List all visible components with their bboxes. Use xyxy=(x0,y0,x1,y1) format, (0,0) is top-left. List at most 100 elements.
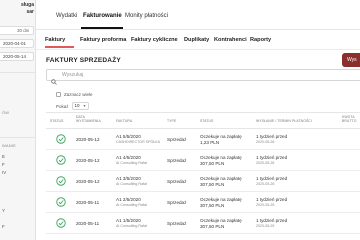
brand-line-2: sar xyxy=(26,9,34,15)
payment-status: Oczekuje na zapłatę xyxy=(200,134,242,139)
column-header-due-date[interactable]: WYSŁANIE / TERMIN PŁATNOŚCI xyxy=(256,119,312,123)
tab-fakturowanie[interactable]: Fakturowanie xyxy=(83,13,122,19)
subtab-duplikaty[interactable]: Duplikaty xyxy=(184,37,209,43)
page-title: FAKTURY SPRZEDAŻY xyxy=(46,57,121,64)
column-header-date-line2: WYSTAWIENIA xyxy=(76,119,101,124)
page-size-label: Pokaż xyxy=(56,103,69,109)
sidebar-item[interactable]: Y xyxy=(2,208,5,213)
check-circle-icon xyxy=(56,176,66,186)
column-header-gross-line2: BRUTTO xyxy=(342,119,357,124)
invoice-date: 2020-05-12 xyxy=(76,179,100,184)
brand-line-1: sługa xyxy=(20,2,34,8)
column-header-status[interactable]: STATUS xyxy=(50,119,63,123)
column-header-payment-status[interactable]: STATUS xyxy=(200,119,213,123)
subtab-faktury-cykliczne[interactable]: Faktury cykliczne xyxy=(131,37,178,43)
table-row[interactable]: 2020-05-12 A1 3/5/2020 AI Consulting Rafał… xyxy=(46,171,360,192)
column-header-gross[interactable]: KWOTA BRUTTO xyxy=(342,115,356,123)
tab-monity-platnosci[interactable]: Monity płatności xyxy=(125,13,168,19)
column-header-date[interactable]: DATA WYSTAWIENIA xyxy=(76,115,101,123)
search-icon xyxy=(51,72,57,90)
table-row[interactable]: 2020-05-11 A1 2/5/2020 AI Consulting Rafał… xyxy=(46,192,360,213)
invoice-client: CASHDIRECTOR SPÓŁKA xyxy=(116,140,161,144)
select-many-label: Zaznacz wiele xyxy=(64,92,93,97)
date-from-value: 2020-04-01 xyxy=(3,41,27,46)
due-date: 2020-05-25 xyxy=(256,203,275,207)
invoice-amount: 1,23 PLN xyxy=(200,140,220,145)
sent-info: 1 tydzień przed xyxy=(256,155,288,160)
column-header-invoice[interactable]: FAKTURA xyxy=(116,119,132,123)
table-row[interactable]: 2020-05-12 A1 4/5/2020 AI Consulting Rafał… xyxy=(46,150,360,171)
select-many-checkbox[interactable] xyxy=(56,92,61,97)
period-field[interactable]: 30 dni xyxy=(0,26,34,35)
sidebar-section-label: WANIE xyxy=(2,143,16,148)
invoice-type: Sprzedaż xyxy=(167,221,187,226)
payment-status: Oczekuje na zapłatę xyxy=(200,176,242,181)
invoice-amount: 307,50 PLN xyxy=(200,203,225,208)
subtab-faktury[interactable]: Faktury xyxy=(45,37,65,43)
payment-status: Oczekuje na zapłatę xyxy=(200,218,242,223)
subtab-faktury-proforma[interactable]: Faktury proforma xyxy=(80,37,126,43)
due-date: 2020-05-26 xyxy=(256,140,275,144)
due-date: 2020-05-25 xyxy=(256,224,275,228)
check-circle-icon xyxy=(56,197,66,207)
subtab-kontrahenci[interactable]: Kontrahenci xyxy=(214,37,247,43)
payment-status: Oczekuje na zapłatę xyxy=(200,155,242,160)
sent-info: 1 tydzień przed xyxy=(256,197,288,202)
payment-status: Oczekuje na zapłatę xyxy=(200,197,242,202)
brand-name: sługa sar xyxy=(0,2,35,16)
sub-navigation: Faktury Faktury proforma Faktury cyklicz… xyxy=(36,30,360,50)
sidebar-divider xyxy=(0,72,35,73)
sidebar-item[interactable]: E xyxy=(2,154,5,159)
table-row[interactable]: 2020-05-12 A1 5/5/2020 CASHDIRECTOR SPÓŁKA… xyxy=(46,129,360,150)
add-invoice-button[interactable]: Wys xyxy=(342,53,360,67)
check-circle-icon xyxy=(56,218,66,228)
date-to-value: 2020-05-14 xyxy=(3,54,27,59)
invoice-type: Sprzedaż xyxy=(167,200,187,205)
due-date: 2020-05-26 xyxy=(256,182,275,186)
invoice-number[interactable]: A1 1/5/2020 xyxy=(116,218,141,223)
page-size-control: Pokaż 10 ▾ xyxy=(56,102,89,110)
period-days-label: 30 dni xyxy=(17,28,30,33)
invoice-date: 2020-05-12 xyxy=(76,137,100,142)
invoice-client: AI Consulting Rafał xyxy=(116,182,147,186)
sidebar-item[interactable]: IV xyxy=(2,170,6,175)
sidebar-item[interactable]: F xyxy=(2,224,5,229)
due-date: 2020-05-26 xyxy=(256,161,275,165)
search-input[interactable] xyxy=(62,71,262,79)
invoice-client: AI Consulting Rafał xyxy=(116,161,147,165)
check-circle-icon xyxy=(56,134,66,144)
search-box xyxy=(46,69,360,85)
invoice-number[interactable]: A1 2/5/2020 xyxy=(116,197,141,202)
select-many-toggle[interactable]: Zaznacz wiele xyxy=(56,92,93,97)
sidebar-divider xyxy=(0,137,35,138)
invoice-number[interactable]: A1 4/5/2020 xyxy=(116,155,141,160)
invoice-client: AI Consulting Rafał xyxy=(116,203,147,207)
chevron-down-icon: ▾ xyxy=(83,103,86,108)
invoice-type: Sprzedaż xyxy=(167,158,187,163)
sent-info: 1 tydzień przed xyxy=(256,176,288,181)
invoice-amount: 307,50 PLN xyxy=(200,161,225,166)
invoice-type: Sprzedaż xyxy=(167,137,187,142)
tab-wydatki[interactable]: Wydatki xyxy=(56,13,77,19)
invoice-amount: 307,50 PLN xyxy=(200,224,225,229)
date-from-field[interactable]: 2020-04-01 xyxy=(0,39,34,48)
sidebar-section-label: ÓW xyxy=(2,110,10,115)
table-header: STATUS DATA WYSTAWIENIA FAKTURA TYPE STA… xyxy=(46,112,360,129)
page-size-select[interactable]: 10 ▾ xyxy=(71,102,89,110)
invoice-client: AI Consulting Rafał xyxy=(116,224,147,228)
sidebar: sługa sar 30 dni 2020-04-01 2020-05-14 Ó… xyxy=(0,0,36,240)
page-size-value: 10 xyxy=(74,103,80,108)
invoice-number[interactable]: A1 5/5/2020 xyxy=(116,134,141,139)
top-navigation: Wydatki Fakturowanie Monity płatności xyxy=(36,0,360,30)
subtab-raporty[interactable]: Raporty xyxy=(250,37,271,43)
invoice-number[interactable]: A1 3/5/2020 xyxy=(116,176,141,181)
invoice-date: 2020-05-11 xyxy=(76,200,100,205)
column-header-type[interactable]: TYPE xyxy=(167,119,176,123)
date-to-field[interactable]: 2020-05-14 xyxy=(0,52,34,61)
check-circle-icon xyxy=(56,155,66,165)
active-subtab-indicator xyxy=(45,46,74,48)
sidebar-item[interactable]: F xyxy=(2,162,5,167)
sent-info: 1 tydzień przed xyxy=(256,134,288,139)
table-row[interactable]: 2020-05-11 A1 1/5/2020 AI Consulting Rafał… xyxy=(46,213,360,234)
invoice-type: Sprzedaż xyxy=(167,179,187,184)
